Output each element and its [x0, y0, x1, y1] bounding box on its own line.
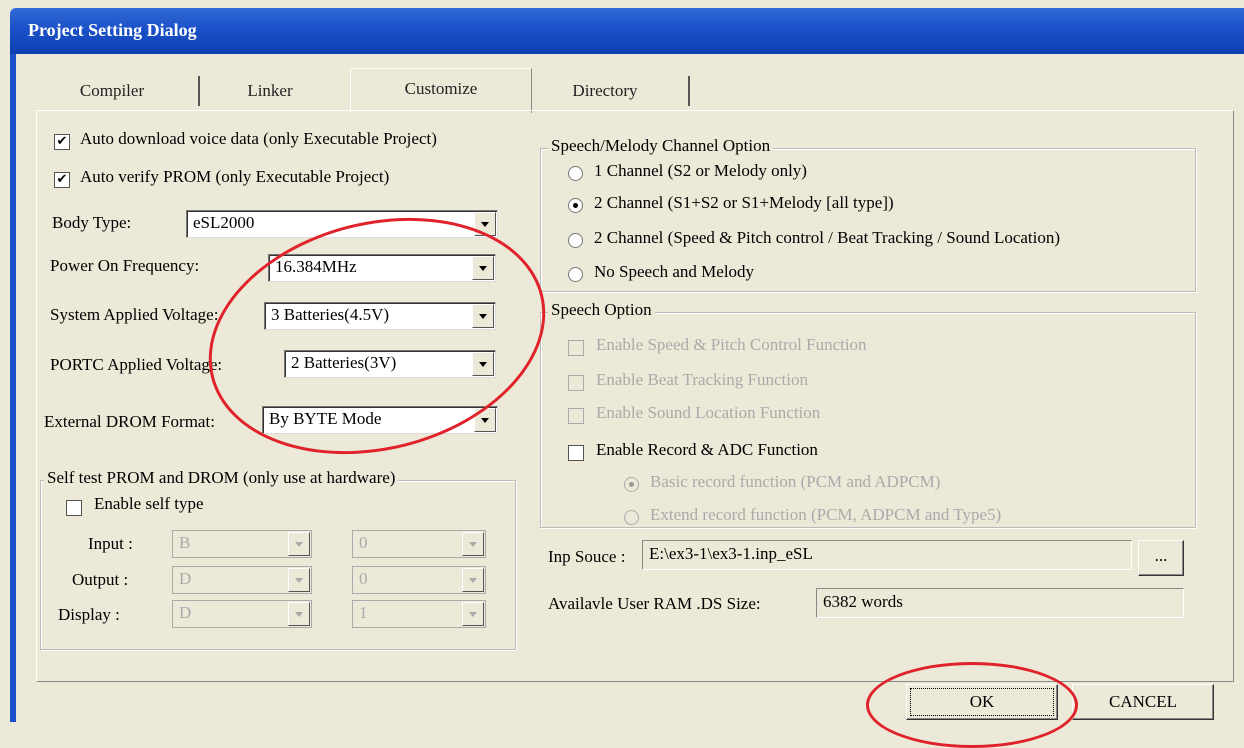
ok-button[interactable]: OK	[906, 684, 1058, 720]
tab-customize[interactable]: Customize	[350, 68, 532, 113]
chevron-down-icon[interactable]	[288, 602, 310, 626]
tab-linker[interactable]: Linker	[220, 72, 320, 110]
chevron-down-icon[interactable]	[474, 212, 496, 236]
chevron-down-icon[interactable]	[288, 532, 310, 556]
tab-compiler[interactable]: Compiler	[62, 72, 162, 110]
channel-option-2-label: 2 Channel (S1+S2 or S1+Melody [all type]…	[594, 193, 894, 212]
enable-self-type-label: Enable self type	[94, 494, 204, 513]
chevron-down-icon[interactable]	[462, 568, 484, 592]
extend-record-radio[interactable]	[624, 510, 639, 525]
output-select-b[interactable]: 0	[352, 566, 486, 594]
inp-source-label: Inp Souce :	[548, 547, 626, 566]
display-select-b[interactable]: 1	[352, 600, 486, 628]
ram-size-field: 6382 words	[816, 588, 1184, 618]
input-select-b[interactable]: 0	[352, 530, 486, 558]
channel-option-3-label: 2 Channel (Speed & Pitch control / Beat …	[594, 228, 1061, 247]
speed-pitch-checkbox[interactable]	[568, 340, 584, 356]
input-select-a[interactable]: B	[172, 530, 312, 558]
title-bar[interactable]: Project Setting Dialog	[10, 8, 1244, 54]
output-label: Output :	[72, 570, 129, 589]
display-select-a[interactable]: D	[172, 600, 312, 628]
chevron-down-icon[interactable]	[462, 532, 484, 556]
tab-separator	[198, 76, 200, 106]
channel-option-1-label: 1 Channel (S2 or Melody only)	[594, 161, 807, 180]
chevron-down-icon[interactable]	[474, 408, 496, 432]
auto-download-label: Auto download voice data (only Executabl…	[80, 129, 437, 148]
chevron-down-icon[interactable]	[462, 602, 484, 626]
speech-option-title: Speech Option	[548, 300, 655, 320]
power-frequency-select[interactable]: 16.384MHz	[268, 254, 496, 282]
channel-radio-3[interactable]	[568, 233, 583, 248]
basic-record-radio[interactable]	[624, 477, 639, 492]
channel-radio-1[interactable]	[568, 166, 583, 181]
portc-voltage-label: PORTC Applied Voltage:	[50, 355, 223, 374]
drom-format-select[interactable]: By BYTE Mode	[262, 406, 498, 434]
record-adc-checkbox[interactable]	[568, 445, 584, 461]
window-title: Project Setting Dialog	[28, 20, 197, 40]
portc-voltage-select[interactable]: 2 Batteries(3V)	[284, 350, 496, 378]
output-select-a[interactable]: D	[172, 566, 312, 594]
tab-separator	[688, 76, 690, 106]
speed-pitch-label: Enable Speed & Pitch Control Function	[596, 335, 867, 354]
tab-directory[interactable]: Directory	[545, 72, 665, 110]
sound-location-label: Enable Sound Location Function	[596, 403, 821, 422]
sound-location-checkbox[interactable]	[568, 408, 584, 424]
basic-record-label: Basic record function (PCM and ADPCM)	[650, 472, 941, 491]
chevron-down-icon[interactable]	[472, 352, 494, 376]
drom-format-label: External DROM Format:	[44, 412, 215, 431]
beat-tracking-checkbox[interactable]	[568, 375, 584, 391]
chevron-down-icon[interactable]	[472, 256, 494, 280]
auto-download-checkbox[interactable]: ✔	[54, 134, 70, 150]
chevron-down-icon[interactable]	[288, 568, 310, 592]
cancel-button[interactable]: CANCEL	[1072, 684, 1214, 720]
record-adc-label: Enable Record & ADC Function	[596, 440, 818, 459]
beat-tracking-label: Enable Beat Tracking Function	[596, 370, 809, 389]
inp-source-field[interactable]: E:\ex3-1\ex3-1.inp_eSL	[642, 540, 1132, 570]
auto-verify-label: Auto verify PROM (only Executable Projec…	[80, 167, 390, 186]
ram-size-label: Availavle User RAM .DS Size:	[548, 594, 761, 613]
auto-verify-checkbox[interactable]: ✔	[54, 172, 70, 188]
enable-self-type-checkbox[interactable]	[66, 500, 82, 516]
self-test-title: Self test PROM and DROM (only use at har…	[44, 468, 399, 488]
input-label: Input :	[88, 534, 133, 553]
channel-option-4-label: No Speech and Melody	[594, 262, 755, 281]
body-type-select[interactable]: eSL2000	[186, 210, 498, 238]
channel-radio-2[interactable]	[568, 198, 583, 213]
extend-record-label: Extend record function (PCM, ADPCM and T…	[650, 505, 1002, 524]
power-frequency-label: Power On Frequency:	[50, 256, 200, 275]
channel-radio-4[interactable]	[568, 267, 583, 282]
system-voltage-label: System Applied Voltage:	[50, 305, 219, 324]
chevron-down-icon[interactable]	[472, 304, 494, 328]
display-label: Display :	[58, 605, 120, 624]
system-voltage-select[interactable]: 3 Batteries(4.5V)	[264, 302, 496, 330]
browse-button[interactable]: ...	[1138, 540, 1184, 576]
channel-option-title: Speech/Melody Channel Option	[548, 136, 774, 156]
body-type-label: Body Type:	[52, 213, 132, 232]
